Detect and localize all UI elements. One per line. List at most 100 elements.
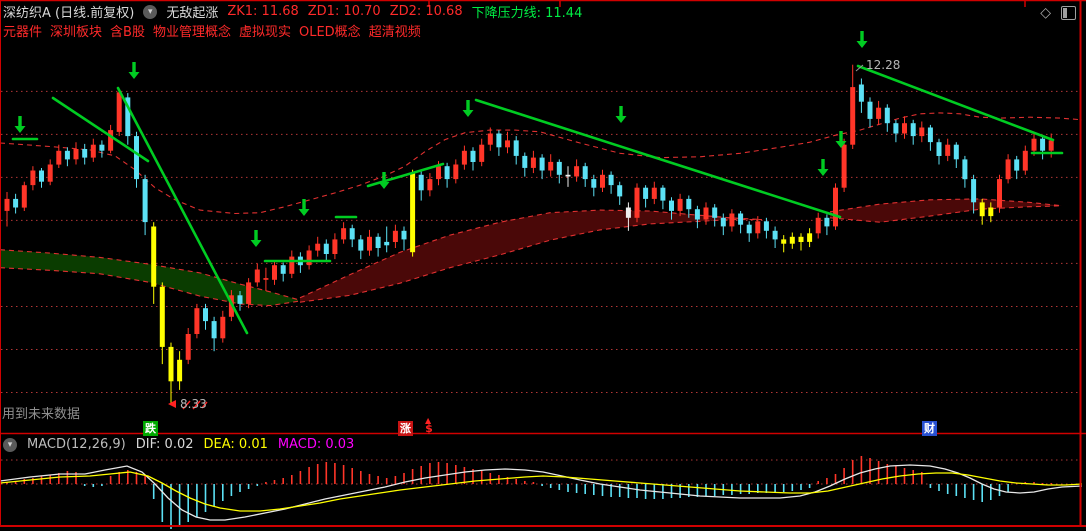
signal-arrow-down (615, 106, 627, 123)
candle-body (280, 265, 286, 274)
candle-body (1022, 150, 1028, 171)
high-price-label: 12.28 (866, 58, 901, 72)
candle-body (789, 236, 795, 244)
candle-body (263, 278, 269, 280)
candle-body (444, 166, 450, 180)
candle-body (703, 207, 709, 220)
signal-badge-dollar: $ ▲ (423, 416, 435, 436)
candle-body (323, 243, 329, 254)
diamond-icon[interactable]: ◇ (1040, 6, 1051, 20)
signal-badge-up: 涨 (398, 421, 413, 436)
candle-body (807, 233, 813, 242)
candle-body (893, 123, 899, 134)
candle-body (591, 179, 597, 188)
low-price-label: 8.33 (180, 397, 207, 411)
candle-body (548, 161, 554, 171)
candle-body (1048, 140, 1054, 151)
candle-body (341, 228, 347, 240)
macd-indicator-name[interactable]: MACD(12,26,9) (27, 437, 126, 452)
candle-body (220, 316, 226, 339)
signal-arrow-down (128, 62, 140, 79)
concept-tag[interactable]: 含B股 (110, 21, 145, 40)
candle-body (936, 142, 942, 156)
signal-badge-fin: 财 (922, 421, 937, 436)
candle-body (634, 187, 640, 218)
up-arrow-icon: ▲ (425, 416, 432, 425)
candle-body (392, 230, 398, 242)
signal-arrow-down (856, 31, 868, 48)
title-bar: 深纺织A (日线.前复权) ▾ 无敌起涨 ZK1: 11.68 ZD1: 10.… (3, 2, 582, 21)
candle-body (1005, 159, 1011, 180)
candle-body (375, 236, 381, 248)
concept-tag[interactable]: 超清视频 (369, 21, 421, 40)
candle-body (927, 127, 933, 143)
candle-body (686, 198, 692, 210)
candle-body (315, 243, 321, 251)
candle-body (384, 241, 390, 246)
chevron-down-icon[interactable]: ▾ (3, 437, 17, 452)
candle-body (643, 187, 649, 199)
candle-body (90, 144, 96, 158)
candle-body (582, 166, 588, 180)
concept-tag[interactable]: 深圳板块 (50, 21, 102, 40)
candle-body (729, 213, 735, 227)
concept-tag[interactable]: OLED概念 (299, 21, 361, 40)
signal-arrow-down (250, 230, 262, 247)
candle-body (418, 174, 424, 191)
candle-body (108, 130, 114, 151)
candle-body (30, 170, 36, 186)
ma-band (300, 210, 762, 303)
candle-body (763, 221, 769, 231)
candle-body (401, 230, 407, 240)
candle-body (850, 87, 856, 145)
candle-body (815, 217, 821, 234)
candle-body (556, 161, 562, 175)
indicator-name[interactable]: 无敌起涨 (166, 2, 218, 21)
candle-body (660, 187, 666, 201)
signal-arrow-down (298, 199, 310, 216)
chevron-down-icon[interactable]: ▾ (143, 4, 158, 19)
pressure-line-value: 下降压力线: 11.44 (471, 6, 583, 21)
candle-body (427, 179, 433, 191)
candle-body (185, 334, 191, 360)
stock-title: 深纺织A (日线.前复权) (3, 6, 135, 21)
candle-body (367, 236, 372, 251)
panel-layout-icon[interactable] (1061, 6, 1076, 20)
signal-arrow-down (14, 116, 26, 133)
candle-body (1040, 138, 1046, 151)
candle-body (971, 179, 977, 203)
candle-body (625, 207, 631, 218)
candle-body (306, 250, 312, 266)
candle-body (487, 133, 493, 145)
macd-header: ▾ MACD(12,26,9) DIF: 0.02 DEA: 0.01 MACD… (3, 437, 354, 452)
candle-body (997, 179, 1002, 208)
candle-body (496, 133, 502, 148)
candle-body (1031, 138, 1037, 151)
future-data-note: 用到未来数据 (2, 407, 81, 422)
candle-body (254, 269, 260, 283)
concept-tag[interactable]: 元器件 (3, 21, 42, 40)
trendline (474, 98, 842, 219)
candle-body (608, 174, 614, 186)
zd2-value: ZD2: 10.68 (389, 4, 463, 19)
candle-body (479, 144, 485, 162)
candle-body (332, 239, 338, 254)
candle-body (134, 136, 139, 180)
zd1-value: ZD1: 10.70 (307, 4, 381, 19)
concept-tag[interactable]: 物业管理概念 (153, 21, 231, 40)
candle-body (953, 144, 959, 160)
candle-body (669, 200, 674, 211)
candle-body (47, 164, 53, 182)
candle-body (461, 150, 467, 165)
candle-body (522, 155, 528, 168)
candle-body (833, 187, 838, 227)
candle-body (651, 187, 657, 199)
concept-tag[interactable]: 虚拟现实 (239, 21, 291, 40)
candle-body (453, 164, 459, 180)
candle-body (436, 166, 441, 180)
candle-body (177, 359, 183, 382)
concept-tags-row: 元器件 深圳板块 含B股 物业管理概念 虚拟现实 OLED概念 超清视频 (3, 21, 421, 40)
macd-value: MACD: 0.03 (277, 437, 355, 452)
candle-body (824, 217, 830, 227)
candle-body (884, 107, 890, 124)
